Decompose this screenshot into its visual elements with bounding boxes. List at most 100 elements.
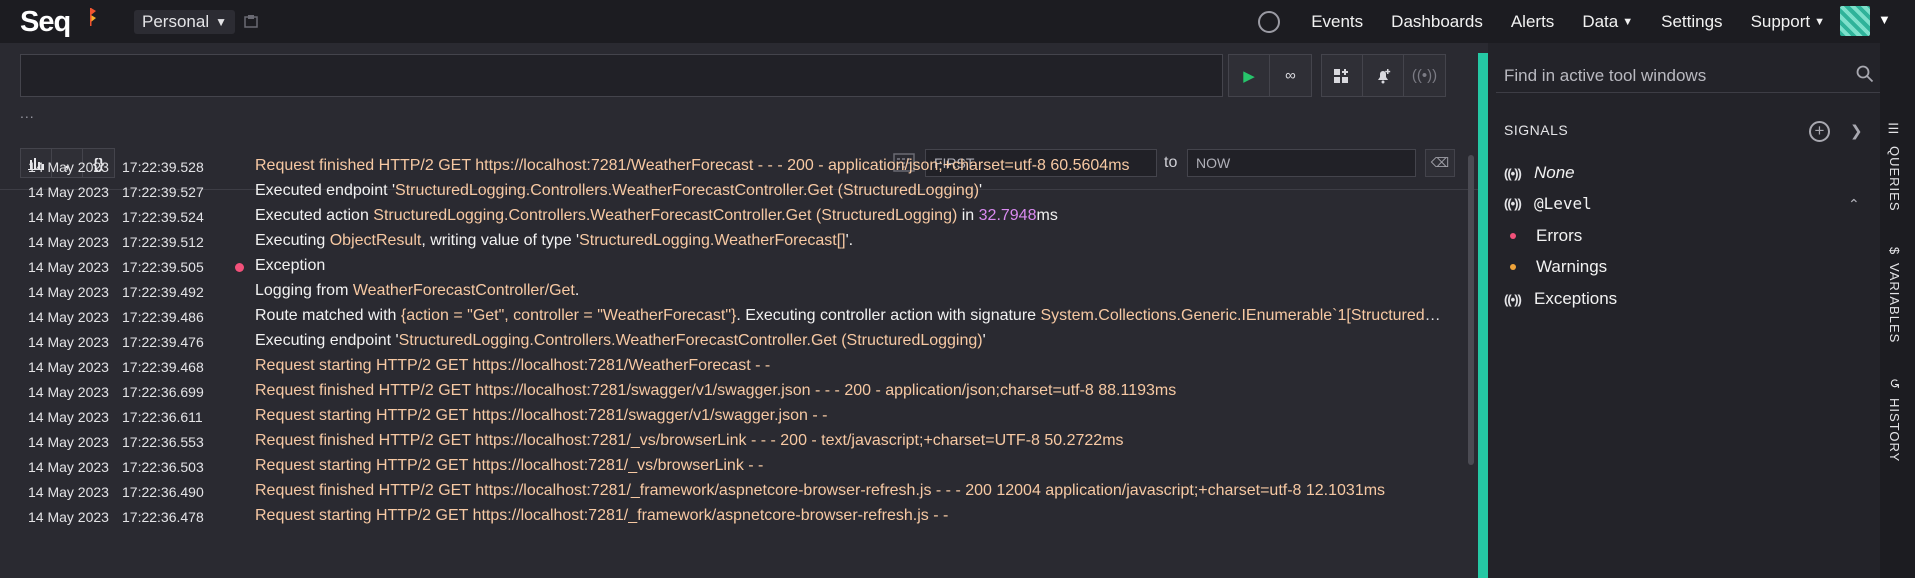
find-input[interactable]: Find in active tool windows [1504,66,1706,86]
tab-label: QUERIES [1887,146,1902,212]
tab-history[interactable]: ↺ HISTORY [1887,378,1902,462]
signal-none[interactable]: ((•)) None [1504,163,1575,183]
message-text: Executing endpoint ' [255,332,399,349]
nav-label: Support [1750,11,1811,31]
message-property: Request finished HTTP/2 GET https://loca… [255,432,1124,449]
signal-level[interactable]: ((•)) @Level [1504,194,1592,213]
message-text: ' [979,182,983,199]
user-avatar[interactable] [1840,6,1870,36]
message-property: StructuredLogging.Controllers.WeatherFor… [395,182,980,199]
event-row[interactable]: 14 May 2023 17:22:36.478 Request starting … [0,505,1478,530]
search-input[interactable] [20,54,1223,97]
message-number: 32.7948 [978,207,1037,224]
add-signal-icon[interactable]: + [1809,121,1830,142]
message-text: , writing value of type ' [421,232,580,249]
event-date: 14 May 2023 [28,409,109,425]
event-row[interactable]: 14 May 2023 17:22:36.490 Request finished … [0,480,1478,505]
signal-label: Warnings [1536,257,1608,276]
theme-toggle-icon[interactable] [1258,11,1280,33]
event-message: Route matched with {action = "Get", cont… [255,307,1447,325]
signal-errors[interactable]: Errors [1510,226,1582,246]
event-row[interactable]: 14 May 2023 17:22:39.528 Request finished … [0,155,1478,180]
event-time: 17:22:36.699 [122,384,204,400]
event-row[interactable]: 14 May 2023 17:22:39.468 Request starting … [0,355,1478,380]
chevron-right-icon[interactable]: ❯ [1850,122,1863,140]
event-row[interactable]: 14 May 2023 17:22:39.527 Executed endpoint… [0,180,1478,205]
tab-queries[interactable]: ☰ QUERIES [1887,122,1902,212]
signal-warnings[interactable]: Warnings [1510,257,1607,277]
event-message: Request starting HTTP/2 GET https://loca… [255,507,1447,525]
nav-dashboards[interactable]: Dashboards [1391,12,1483,32]
event-time: 17:22:36.611 [122,409,203,425]
signals-header: SIGNALS [1504,122,1569,138]
message-property: Request starting HTTP/2 GET https://loca… [255,457,764,474]
event-row[interactable]: 14 May 2023 17:22:36.611 Request starting … [0,405,1478,430]
seq-flag-icon [90,8,96,26]
event-row[interactable]: 14 May 2023 17:22:39.524 Executed action S… [0,205,1478,230]
nav-label: Settings [1661,11,1723,31]
refresh-loop-icon[interactable]: ∞ [1270,55,1311,96]
signal-exceptions[interactable]: ((•)) Exceptions [1504,289,1617,309]
tab-variables[interactable]: $ VARIABLES [1887,247,1902,344]
event-date: 14 May 2023 [28,359,109,375]
nav-alerts[interactable]: Alerts [1511,12,1554,32]
message-property: StructuredLogging.Controllers.WeatherFor… [398,332,983,349]
add-to-dashboard-icon[interactable] [1322,55,1363,96]
message-text: Executed endpoint ' [255,182,396,199]
event-row[interactable]: 14 May 2023 17:22:39.512 Executing ObjectR… [0,230,1478,255]
event-row[interactable]: 14 May 2023 17:22:36.503 Request starting … [0,455,1478,480]
seq-logo[interactable]: Seq [20,6,71,39]
nav-data[interactable]: Data ▼ [1582,12,1633,32]
play-icon[interactable]: ▶ [1229,55,1270,96]
panel-resize-handle[interactable] [1478,53,1488,578]
workspace-settings-icon[interactable] [244,14,258,28]
event-row[interactable]: 14 May 2023 17:22:39.492 Logging from Weat… [0,280,1478,305]
nav-label: Dashboards [1391,11,1483,31]
event-time: 17:22:39.468 [122,359,204,375]
event-row[interactable]: 14 May 2023 17:22:39.486 Route matched wit… [0,305,1478,330]
event-row[interactable]: 14 May 2023 17:22:39.505 Exception [0,255,1478,280]
event-date: 14 May 2023 [28,159,109,175]
signal-icon: ((•)) [1504,165,1522,181]
message-property: Request starting HTTP/2 GET https://loca… [255,507,949,524]
event-time: 17:22:39.512 [122,234,204,250]
chevron-down-icon: ▼ [1814,15,1825,28]
message-text: Exception [255,257,326,274]
message-property: Request finished HTTP/2 GET https://loca… [255,482,1386,499]
event-time: 17:22:36.490 [122,484,204,500]
dollar-icon: $ [1887,247,1902,256]
message-property: StructuredLogging.WeatherForecast[] [579,232,846,249]
signal-broadcast-icon[interactable]: ((•)) [1404,55,1445,96]
event-date: 14 May 2023 [28,309,109,325]
nav-events[interactable]: Events [1311,12,1363,32]
nav-support[interactable]: Support ▼ [1751,12,1825,32]
main-nav: Events Dashboards Alerts Data ▼ Settings … [1311,0,1825,43]
event-time: 17:22:36.478 [122,509,204,525]
chevron-up-icon[interactable]: ⌃ [1848,196,1860,213]
message-text: Executed action [255,207,374,224]
find-in-tool-windows[interactable]: Find in active tool windows [1496,55,1880,93]
event-time: 17:22:39.476 [122,334,204,350]
event-row[interactable]: 14 May 2023 17:22:39.476 Executing endpoin… [0,330,1478,355]
event-list-scrollbar[interactable] [1468,155,1474,465]
error-bullet [1510,233,1516,239]
event-row[interactable]: 14 May 2023 17:22:36.699 Request finished … [0,380,1478,405]
event-date: 14 May 2023 [28,384,109,400]
search-icon [1856,65,1874,83]
workspace-selector[interactable]: Personal ▼ [134,10,235,34]
signal-label: Errors [1536,226,1583,245]
event-time: 17:22:39.486 [122,309,204,325]
event-message: Request starting HTTP/2 GET https://loca… [255,407,1447,425]
message-property: StructuredLogging.Controllers.WeatherFor… [373,207,958,224]
add-alert-bell-icon[interactable] [1363,55,1404,96]
chevron-down-icon: ▼ [1622,15,1634,28]
more-options[interactable]: ... [20,105,35,121]
event-time: 17:22:39.492 [122,284,204,300]
chevron-down-icon[interactable]: ▼ [1878,12,1891,27]
nav-settings[interactable]: Settings [1661,12,1722,32]
message-property: {action = "Get", controller = "WeatherFo… [400,307,737,324]
event-date: 14 May 2023 [28,234,109,250]
event-time: 17:22:39.527 [122,184,204,200]
workspace-label: Personal [142,12,210,31]
event-row[interactable]: 14 May 2023 17:22:36.553 Request finished … [0,430,1478,455]
